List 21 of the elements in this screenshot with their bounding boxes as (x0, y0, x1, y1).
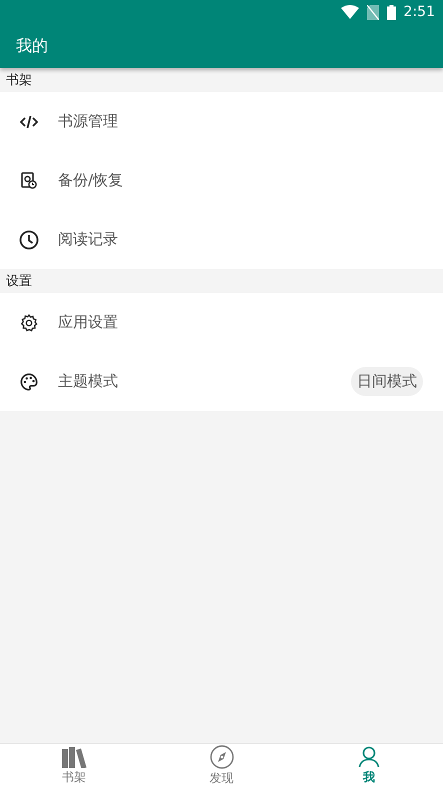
settings-item[interactable]: 备份/恢复 (0, 151, 443, 210)
wifi-icon (340, 5, 359, 19)
settings-item[interactable]: 阅读记录 (0, 210, 443, 269)
nav-tab[interactable]: 我 (295, 744, 443, 788)
battery-icon (386, 4, 396, 20)
toolbar-title: 我的 (16, 36, 48, 56)
palette-icon (20, 372, 38, 390)
settings-item[interactable]: 主题模式 日间模式 (0, 352, 443, 411)
clock-icon (19, 230, 39, 250)
status-time: 2:51 (404, 4, 435, 20)
no-sim-icon (366, 4, 379, 20)
settings-icon (20, 314, 38, 332)
value-chip: 日间模式 (351, 367, 423, 396)
document-clock-icon (21, 172, 37, 189)
nav-tab[interactable]: 发现 (148, 744, 296, 788)
person-icon (358, 746, 380, 768)
code-icon (20, 116, 38, 128)
nav-tab[interactable]: 书架 (0, 744, 148, 788)
settings-item[interactable]: 应用设置 (0, 293, 443, 352)
settings-item[interactable]: 书源管理 (0, 92, 443, 151)
books-icon (60, 746, 87, 768)
